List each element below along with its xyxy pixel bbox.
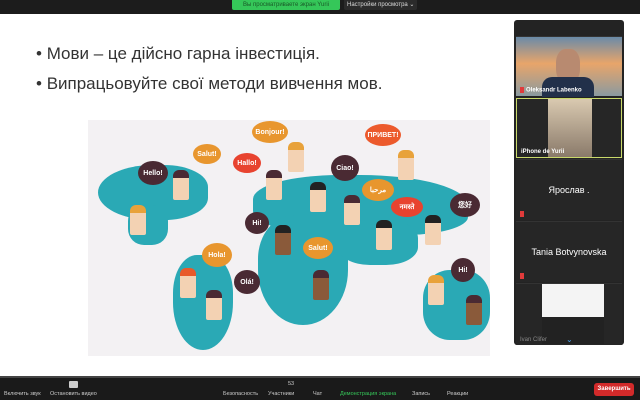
viewing-banner: Вы просматриваете экран Yurii: [232, 0, 340, 10]
reactions-button[interactable]: Реакции: [447, 391, 468, 397]
participant-name: Ярослав .: [548, 185, 590, 195]
chat-button[interactable]: Чат: [313, 391, 322, 397]
video-tile[interactable]: Tania Botvynovska: [516, 221, 622, 282]
end-meeting-button[interactable]: Завершить: [594, 383, 634, 396]
video-tile[interactable]: Ivan Clifer ⌄: [516, 283, 622, 345]
person: [376, 220, 392, 250]
speech-bubble: Hello!: [138, 161, 168, 185]
speech-bubble: Ciao!: [331, 155, 359, 181]
participant-name: iPhone de Yurii: [521, 149, 565, 155]
speech-bubble: مرحبا: [362, 179, 394, 201]
slide-bullet: • Випрацьовуйте свої методи вивчення мов…: [36, 74, 383, 93]
speech-bubble: ПРИВЕТ!: [365, 124, 401, 146]
person: [266, 170, 282, 200]
person: [313, 270, 329, 300]
world-languages-illustration: Hello! Salut! Bonjour! Hallo! Ciao! ПРИВ…: [88, 120, 490, 356]
stop-video-button[interactable]: Остановить видео: [50, 391, 97, 397]
person: [428, 275, 444, 305]
unmute-button[interactable]: Включить звук: [4, 391, 41, 397]
participant-name: Tania Botvynovska: [531, 247, 607, 257]
person: [130, 205, 146, 235]
person: [288, 142, 304, 172]
person: [466, 295, 482, 325]
person: [425, 215, 441, 245]
person: [344, 195, 360, 225]
participants-count: 53: [288, 381, 295, 387]
slide-bullet: • Мови – це дійсно гарна інвестиція.: [36, 44, 320, 63]
person: [398, 150, 414, 180]
speech-bubble: 您好: [450, 193, 480, 217]
person: [173, 170, 189, 200]
speech-bubble: Salut!: [303, 237, 333, 259]
speech-bubble: Hi!: [451, 258, 475, 282]
speech-bubble: नमस्ते: [391, 197, 423, 217]
person: [310, 182, 326, 212]
video-camera-icon[interactable]: [69, 381, 78, 388]
record-button[interactable]: Запись: [412, 391, 430, 397]
person: [275, 225, 291, 255]
person: [180, 268, 196, 298]
speech-bubble: Salut!: [193, 144, 221, 164]
share-screen-button[interactable]: Демонстрация экрана: [340, 391, 396, 397]
participant-name: Oleksandr Labenko: [520, 87, 582, 94]
bullet-text: Випрацьовуйте свої методи вивчення мов.: [46, 74, 383, 93]
muted-mic-icon: [520, 273, 524, 280]
top-bar: Вы просматриваете экран Yurii Настройки …: [0, 0, 640, 14]
security-button[interactable]: Безопасность: [223, 391, 258, 397]
speech-bubble: Hola!: [202, 243, 232, 267]
name-text: Oleksandr Labenko: [526, 88, 582, 94]
participant-name: Ivan Clifer: [520, 337, 548, 343]
meeting-toolbar: Включить звук Остановить видео Безопасно…: [0, 376, 640, 400]
muted-mic-icon: [520, 87, 524, 94]
participants-button[interactable]: Участники: [268, 391, 294, 397]
speech-bubble: Hi!: [245, 212, 269, 234]
view-options-button[interactable]: Настройки просмотра ⌄: [344, 0, 418, 10]
scroll-down-chevron-icon[interactable]: ⌄: [566, 335, 573, 344]
video-tile-active-speaker[interactable]: iPhone de Yurii: [516, 98, 622, 158]
video-tile[interactable]: Oleksandr Labenko: [516, 36, 622, 97]
speech-bubble: Olá!: [234, 270, 260, 294]
muted-mic-icon: [520, 211, 524, 218]
map-land: [258, 215, 348, 325]
participant-video: [542, 284, 604, 344]
speech-bubble: Bonjour!: [252, 121, 288, 143]
participant-gallery: Oleksandr Labenko iPhone de Yurii Яросла…: [514, 20, 624, 345]
bullet-text: Мови – це дійсно гарна інвестиція.: [46, 44, 320, 63]
person: [206, 290, 222, 320]
video-tile[interactable]: Ярослав .: [516, 159, 622, 220]
speech-bubble: Hallo!: [233, 153, 261, 173]
